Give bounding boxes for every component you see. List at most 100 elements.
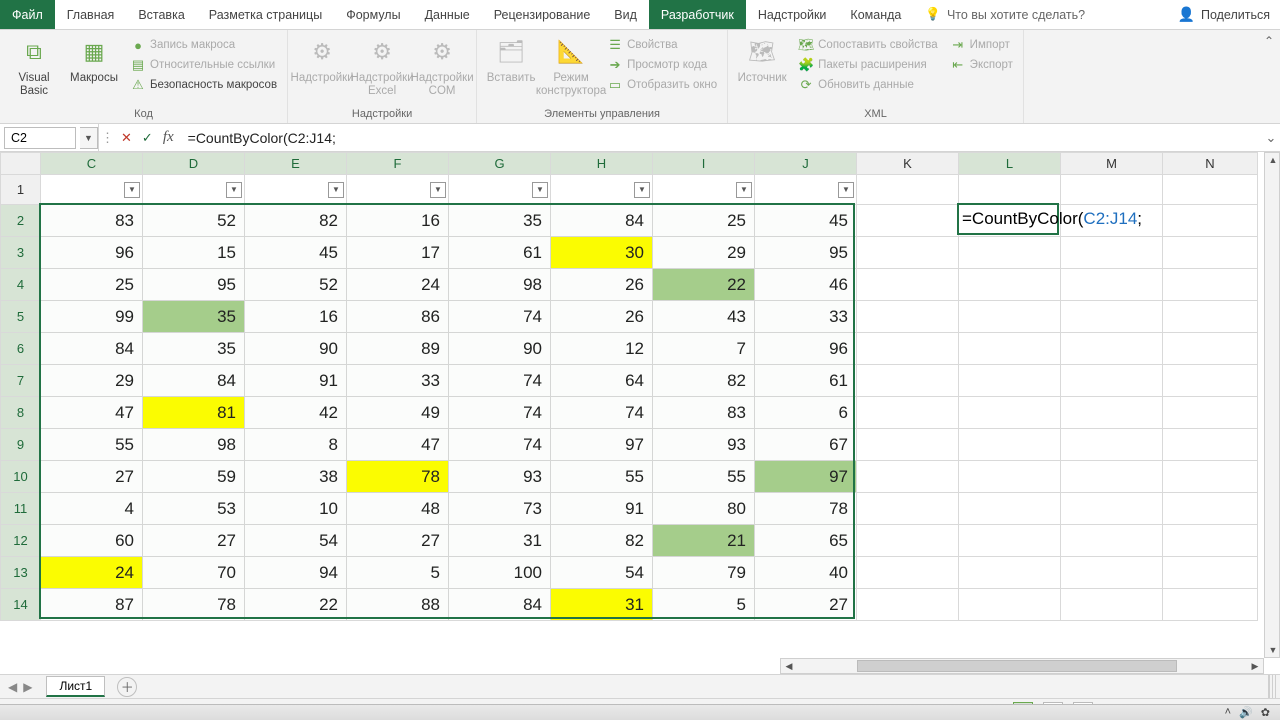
xml-expansion-button[interactable]: 🧩Пакеты расширения — [794, 56, 942, 74]
cell-I12[interactable]: 21 — [653, 525, 755, 557]
row-header-12[interactable]: 12 — [1, 525, 41, 557]
cell-I13[interactable]: 79 — [653, 557, 755, 589]
cell-J6[interactable]: 96 — [755, 333, 857, 365]
sheet-nav-prev-icon[interactable]: ◀ — [8, 680, 17, 694]
cell-D11[interactable]: 53 — [143, 493, 245, 525]
cell-N12[interactable] — [1163, 525, 1258, 557]
tray-settings-icon[interactable]: ✿ — [1261, 706, 1270, 719]
cell-I5[interactable]: 43 — [653, 301, 755, 333]
xml-map-props-button[interactable]: 🗺Сопоставить свойства — [794, 36, 942, 54]
xml-source-button[interactable]: 🗺Источник — [734, 34, 790, 106]
tab-file[interactable]: Файл — [0, 0, 55, 29]
cell-C4[interactable]: 25 — [41, 269, 143, 301]
cell-C11[interactable]: 4 — [41, 493, 143, 525]
col-header-H[interactable]: H — [551, 153, 653, 175]
cell-N1[interactable] — [1163, 175, 1258, 205]
filter-button-H[interactable]: ▼ — [634, 182, 650, 198]
cell-H3[interactable]: 30 — [551, 237, 653, 269]
cell-J9[interactable]: 67 — [755, 429, 857, 461]
cell-F4[interactable]: 24 — [347, 269, 449, 301]
cell-C9[interactable]: 55 — [41, 429, 143, 461]
cell-H6[interactable]: 12 — [551, 333, 653, 365]
cell-K9[interactable] — [857, 429, 959, 461]
row-header-2[interactable]: 2 — [1, 205, 41, 237]
cell-N8[interactable] — [1163, 397, 1258, 429]
insert-control-button[interactable]: 🗂Вставить — [483, 34, 539, 106]
col-header-J[interactable]: J — [755, 153, 857, 175]
cell-K7[interactable] — [857, 365, 959, 397]
cell-F2[interactable]: 16 — [347, 205, 449, 237]
cell-G5[interactable]: 74 — [449, 301, 551, 333]
cell-H13[interactable]: 54 — [551, 557, 653, 589]
cell-D3[interactable]: 15 — [143, 237, 245, 269]
tab-вид[interactable]: Вид — [602, 0, 649, 29]
cell-K11[interactable] — [857, 493, 959, 525]
tray-volume-icon[interactable]: 🔊 — [1239, 706, 1253, 719]
xml-export-button[interactable]: ⇤Экспорт — [946, 56, 1017, 74]
tab-надстройки[interactable]: Надстройки — [746, 0, 839, 29]
cell-D1[interactable]: ▼ — [143, 175, 245, 205]
cell-K1[interactable] — [857, 175, 959, 205]
cell-G10[interactable]: 93 — [449, 461, 551, 493]
filter-button-G[interactable]: ▼ — [532, 182, 548, 198]
cell-L10[interactable] — [959, 461, 1061, 493]
row-header-6[interactable]: 6 — [1, 333, 41, 365]
cell-M9[interactable] — [1061, 429, 1163, 461]
cell-J4[interactable]: 46 — [755, 269, 857, 301]
cell-I11[interactable]: 80 — [653, 493, 755, 525]
cell-G13[interactable]: 100 — [449, 557, 551, 589]
cell-M1[interactable] — [1061, 175, 1163, 205]
cell-L13[interactable] — [959, 557, 1061, 589]
cell-D7[interactable]: 84 — [143, 365, 245, 397]
tab-scroll-splitter[interactable] — [1268, 675, 1276, 698]
cell-M11[interactable] — [1061, 493, 1163, 525]
cell-L11[interactable] — [959, 493, 1061, 525]
addins-button[interactable]: ⚙Надстройки — [294, 34, 350, 106]
cell-I10[interactable]: 55 — [653, 461, 755, 493]
cell-H5[interactable]: 26 — [551, 301, 653, 333]
cell-C5[interactable]: 99 — [41, 301, 143, 333]
cell-N3[interactable] — [1163, 237, 1258, 269]
cell-G1[interactable]: ▼ — [449, 175, 551, 205]
cell-I1[interactable]: ▼ — [653, 175, 755, 205]
cell-F7[interactable]: 33 — [347, 365, 449, 397]
visual-basic-button[interactable]: ⧉ Visual Basic — [6, 34, 62, 106]
row-header-9[interactable]: 9 — [1, 429, 41, 461]
cell-C6[interactable]: 84 — [41, 333, 143, 365]
worksheet-grid[interactable]: CDEFGHIJKLMN1▼▼▼▼▼▼▼▼2835282163584254539… — [0, 152, 1258, 621]
sheet-tab-active[interactable]: Лист1 — [46, 676, 105, 697]
filter-button-C[interactable]: ▼ — [124, 182, 140, 198]
cell-M7[interactable] — [1061, 365, 1163, 397]
tab-разметка страницы[interactable]: Разметка страницы — [197, 0, 334, 29]
cell-E8[interactable]: 42 — [245, 397, 347, 429]
tab-разработчик[interactable]: Разработчик — [649, 0, 746, 29]
ribbon-collapse-icon[interactable]: ⌃ — [1264, 34, 1274, 48]
cell-I2[interactable]: 25 — [653, 205, 755, 237]
formula-cancel-button[interactable]: ✕ — [121, 130, 132, 146]
cell-D6[interactable]: 35 — [143, 333, 245, 365]
row-header-11[interactable]: 11 — [1, 493, 41, 525]
cell-F8[interactable]: 49 — [347, 397, 449, 429]
cell-M3[interactable] — [1061, 237, 1163, 269]
cell-F1[interactable]: ▼ — [347, 175, 449, 205]
cell-N13[interactable] — [1163, 557, 1258, 589]
macro-security-button[interactable]: ⚠Безопасность макросов — [126, 76, 281, 94]
cell-M13[interactable] — [1061, 557, 1163, 589]
view-code-button[interactable]: ➔Просмотр кода — [603, 56, 721, 74]
cell-M6[interactable] — [1061, 333, 1163, 365]
filter-button-D[interactable]: ▼ — [226, 182, 242, 198]
cell-K12[interactable] — [857, 525, 959, 557]
cell-E1[interactable]: ▼ — [245, 175, 347, 205]
cell-E2[interactable]: 82 — [245, 205, 347, 237]
properties-button[interactable]: ☰Свойства — [603, 36, 721, 54]
cell-E12[interactable]: 54 — [245, 525, 347, 557]
relative-refs-button[interactable]: ▤Относительные ссылки — [126, 56, 281, 74]
cell-F13[interactable]: 5 — [347, 557, 449, 589]
cell-F14[interactable]: 88 — [347, 589, 449, 621]
col-header-D[interactable]: D — [143, 153, 245, 175]
design-mode-button[interactable]: 📐Режим конструктора — [543, 34, 599, 106]
name-box-dropdown[interactable]: ▼ — [80, 127, 98, 149]
cell-L8[interactable] — [959, 397, 1061, 429]
filter-button-E[interactable]: ▼ — [328, 182, 344, 198]
add-sheet-button[interactable]: ＋ — [117, 677, 137, 697]
